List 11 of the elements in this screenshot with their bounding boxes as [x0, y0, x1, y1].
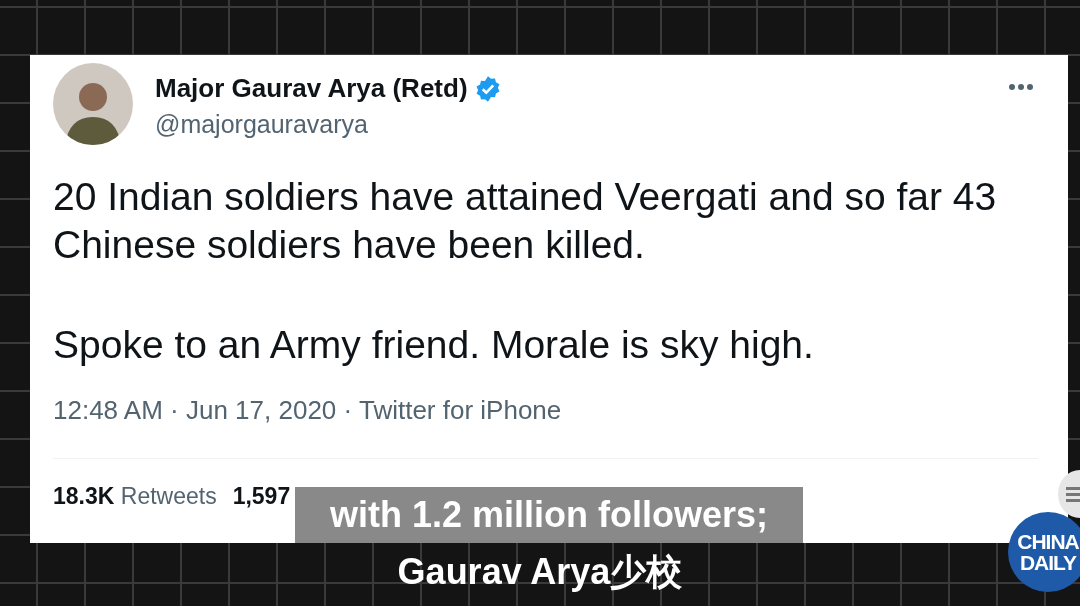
- tweet-stat[interactable]: 1,597: [232, 483, 291, 510]
- author-name: Major Gaurav Arya (Retd): [155, 73, 468, 104]
- subtitle-text: with 1.2 million followers;: [329, 494, 768, 536]
- subtitle-text: Gaurav Arya少校: [397, 550, 683, 594]
- more-icon[interactable]: [1008, 83, 1034, 91]
- channel-logo: CHINA DAILY: [1008, 512, 1080, 592]
- tweet-text: 20 Indian soldiers have attained Veergati and so far 43 Chinese soldiers have been killed.: [53, 174, 998, 268]
- author-handle: @majorgauravarya: [155, 110, 369, 139]
- tweet-stat[interactable]: 18.3K Retweets: [53, 483, 217, 510]
- tweet-text: Spoke to an Army friend. Morale is sky high.: [53, 322, 815, 368]
- tweet-timestamp: 12:48 AM · Jun 17, 2020 · Twitter for iPhone: [53, 395, 563, 426]
